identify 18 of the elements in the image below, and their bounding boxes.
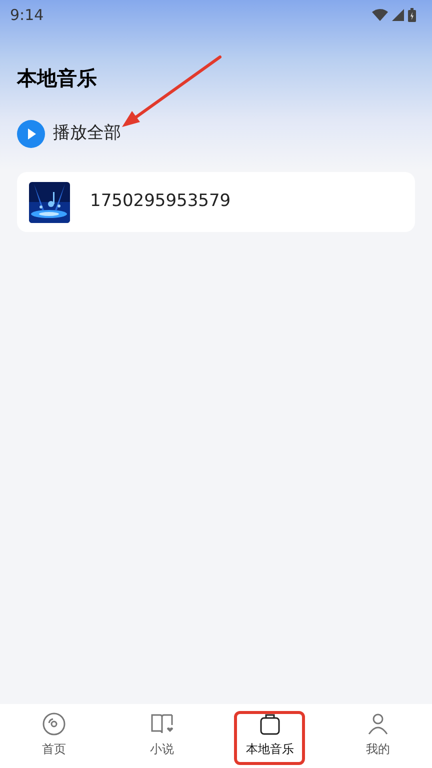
tab[interactable]: 小说 [108, 704, 216, 768]
status-time: 9:14 [10, 4, 44, 26]
play-icon[interactable] [17, 120, 45, 148]
wifi-icon [372, 9, 388, 21]
book-icon [150, 712, 174, 736]
bag-icon [258, 712, 282, 736]
play-all-link[interactable]: 播放全部 [53, 121, 121, 147]
signal-icon [392, 9, 404, 21]
annotation-highlight-box [234, 711, 305, 765]
disc-icon [42, 712, 66, 736]
person-icon [366, 712, 390, 736]
song-title: 1750295953579 [90, 190, 231, 214]
tab[interactable]: 首页 [0, 704, 108, 768]
tab[interactable]: 本地音乐 [216, 704, 324, 768]
battery-icon [408, 8, 416, 22]
page-title: 本地音乐 [17, 66, 98, 90]
song-row[interactable]: 1750295953579 [17, 172, 415, 232]
tab[interactable]: 我的 [324, 704, 432, 768]
